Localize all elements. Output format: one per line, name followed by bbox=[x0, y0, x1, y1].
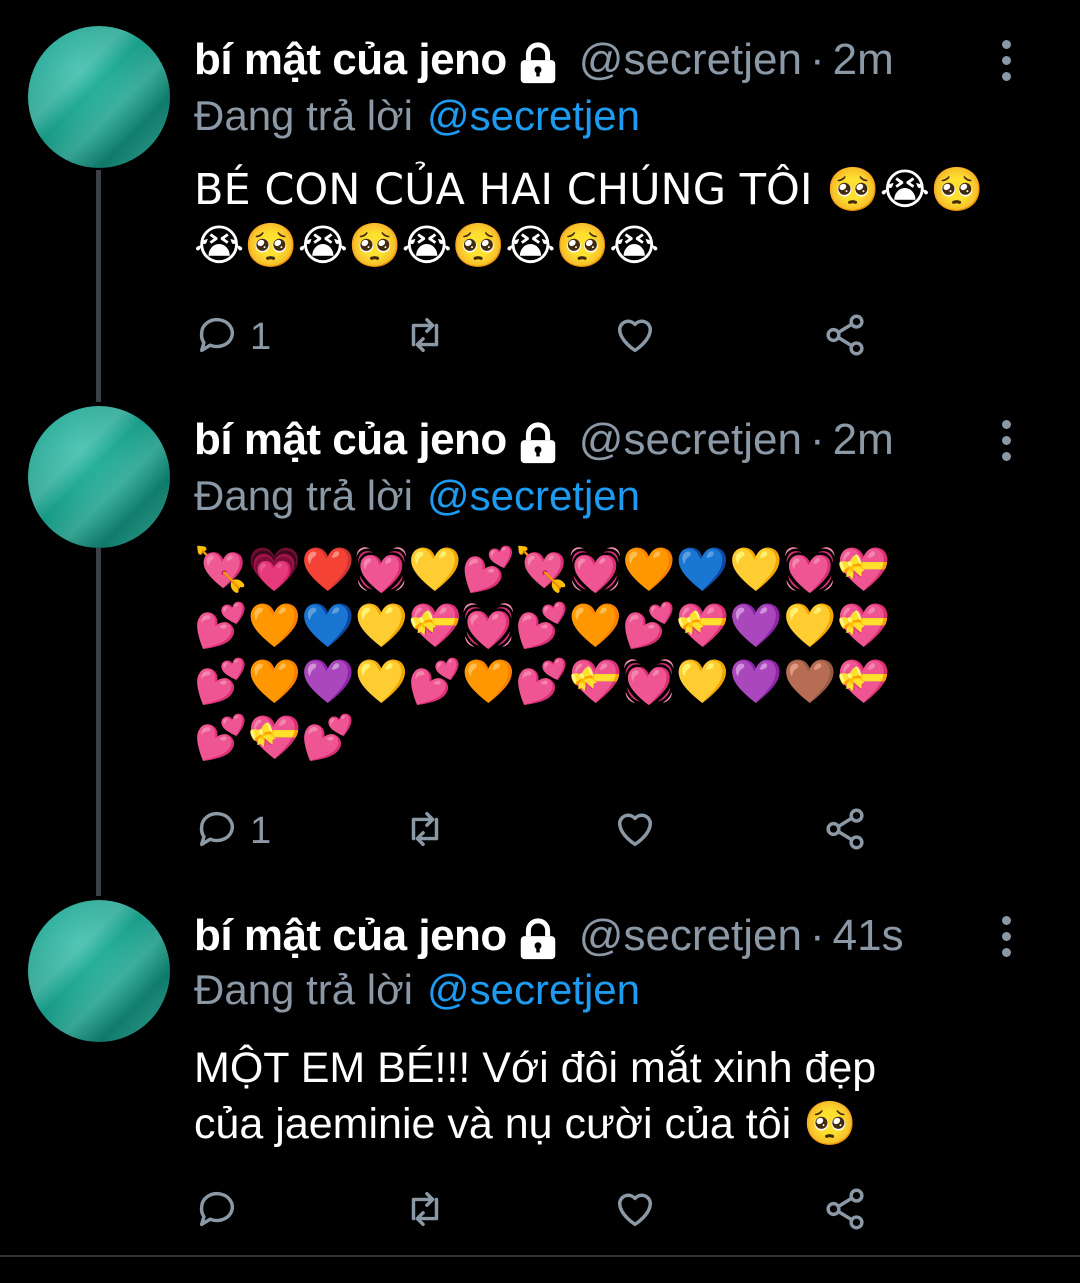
retweet-icon bbox=[402, 312, 448, 363]
reply-icon bbox=[194, 1186, 240, 1237]
display-name[interactable]: bí mật của jeno bbox=[194, 911, 507, 961]
reply-button[interactable]: 1 bbox=[194, 806, 271, 857]
separator-dot: · bbox=[810, 415, 825, 464]
reply-icon bbox=[194, 806, 240, 857]
tweet-text: 💘💗❤️💓💛💕💘💓🧡💙💛💓💝 💕🧡💙💛💝💓💕🧡💕💝💜💛💝 💕🧡💜💛💕🧡💕💝💓💛💜… bbox=[194, 542, 1034, 766]
user-handle[interactable]: @secretjen bbox=[579, 35, 802, 85]
tweet-actions: 1 bbox=[194, 312, 894, 362]
tweet-text: MỘT EM BÉ!!! Với đôi mắt xinh đẹp của ja… bbox=[194, 1040, 1034, 1152]
user-handle[interactable]: @secretjen bbox=[579, 415, 802, 465]
tweet-3[interactable]: bí mật của jeno @secretjen · 41s Đang tr… bbox=[0, 890, 1080, 1255]
share-button[interactable] bbox=[822, 312, 868, 363]
share-icon bbox=[822, 1186, 868, 1237]
timestamp[interactable]: 2m bbox=[833, 35, 894, 85]
timestamp[interactable]: 2m bbox=[833, 415, 894, 465]
reply-icon bbox=[194, 312, 240, 363]
lock-icon bbox=[515, 421, 561, 467]
tweet-1[interactable]: bí mật của jeno @secretjen · 2m Đang trả… bbox=[0, 0, 1080, 390]
share-button[interactable] bbox=[822, 1186, 868, 1237]
replying-to: Đang trả lời @secretjen bbox=[194, 472, 640, 526]
display-name[interactable]: bí mật của jeno bbox=[194, 415, 507, 465]
tweet-text-line: 💘💗❤️💓💛💕💘💓🧡💙💛💓💝 bbox=[194, 545, 891, 595]
replying-to-label: Đang trả lời bbox=[194, 472, 413, 519]
tweet-2[interactable]: bí mật của jeno @secretjen · 2m Đang trả… bbox=[0, 390, 1080, 890]
share-button[interactable] bbox=[822, 806, 868, 857]
retweet-button[interactable] bbox=[402, 1186, 448, 1237]
tweet-text-line: 😭🥺😭🥺😭🥺😭🥺😭 bbox=[194, 221, 660, 271]
tweet-header: bí mật của jeno @secretjen · 2m bbox=[194, 30, 894, 90]
reply-button[interactable] bbox=[194, 1186, 250, 1237]
heart-icon bbox=[612, 1186, 658, 1237]
separator-dot: · bbox=[810, 911, 825, 960]
tweet-header: bí mật của jeno @secretjen · 2m bbox=[194, 410, 894, 470]
timestamp[interactable]: 41s bbox=[833, 911, 904, 961]
tweet-text-line: BÉ CON CỦA HAI CHÚNG TÔI 🥺😭🥺 bbox=[194, 165, 984, 215]
heart-icon bbox=[612, 312, 658, 363]
tweet-header: bí mật của jeno @secretjen · 41s bbox=[194, 906, 904, 966]
replying-to-handle[interactable]: @secretjen bbox=[427, 966, 640, 1013]
tweet-text-line: 💕🧡💜💛💕🧡💕💝💓💛💜🤎💝 bbox=[194, 657, 891, 707]
retweet-icon bbox=[402, 806, 448, 857]
like-button[interactable] bbox=[612, 1186, 658, 1237]
feed-divider bbox=[0, 1255, 1080, 1257]
display-name[interactable]: bí mật của jeno bbox=[194, 35, 507, 85]
tweet-text-line: của jaeminie và nụ cười của tôi 🥺 bbox=[194, 1100, 857, 1148]
more-vertical-icon[interactable] bbox=[1000, 916, 1012, 962]
avatar[interactable] bbox=[28, 406, 170, 548]
reply-count: 1 bbox=[250, 810, 272, 852]
tweet-text-line: 💕💝💕 bbox=[194, 713, 355, 763]
replying-to: Đang trả lời @secretjen bbox=[194, 92, 640, 146]
reply-button[interactable]: 1 bbox=[194, 312, 271, 363]
heart-icon bbox=[612, 806, 658, 857]
tweet-text-line: 💕🧡💙💛💝💓💕🧡💕💝💜💛💝 bbox=[194, 601, 891, 651]
more-vertical-icon[interactable] bbox=[1000, 420, 1012, 466]
like-button[interactable] bbox=[612, 312, 658, 363]
separator-dot: · bbox=[810, 35, 825, 84]
like-button[interactable] bbox=[612, 806, 658, 857]
retweet-button[interactable] bbox=[402, 312, 448, 363]
replying-to-label: Đang trả lời bbox=[194, 92, 413, 139]
share-icon bbox=[822, 312, 868, 363]
replying-to-handle[interactable]: @secretjen bbox=[427, 92, 640, 139]
tweet-actions: 1 bbox=[194, 806, 894, 856]
user-handle[interactable]: @secretjen bbox=[579, 911, 802, 961]
tweet-text: BÉ CON CỦA HAI CHÚNG TÔI 🥺😭🥺 😭🥺😭🥺😭🥺😭🥺😭 bbox=[194, 162, 1034, 274]
reply-count: 1 bbox=[250, 316, 272, 358]
tweet-actions bbox=[194, 1186, 894, 1236]
retweet-icon bbox=[402, 1186, 448, 1237]
share-icon bbox=[822, 806, 868, 857]
lock-icon bbox=[515, 917, 561, 963]
tweet-text-line: MỘT EM BÉ!!! Với đôi mắt xinh đẹp bbox=[194, 1044, 877, 1092]
lock-icon bbox=[515, 41, 561, 87]
replying-to: Đang trả lời @secretjen bbox=[194, 966, 640, 1020]
more-vertical-icon[interactable] bbox=[1000, 40, 1012, 86]
retweet-button[interactable] bbox=[402, 806, 448, 857]
avatar[interactable] bbox=[28, 900, 170, 1042]
avatar[interactable] bbox=[28, 26, 170, 168]
replying-to-label: Đang trả lời bbox=[194, 966, 413, 1013]
replying-to-handle[interactable]: @secretjen bbox=[427, 472, 640, 519]
